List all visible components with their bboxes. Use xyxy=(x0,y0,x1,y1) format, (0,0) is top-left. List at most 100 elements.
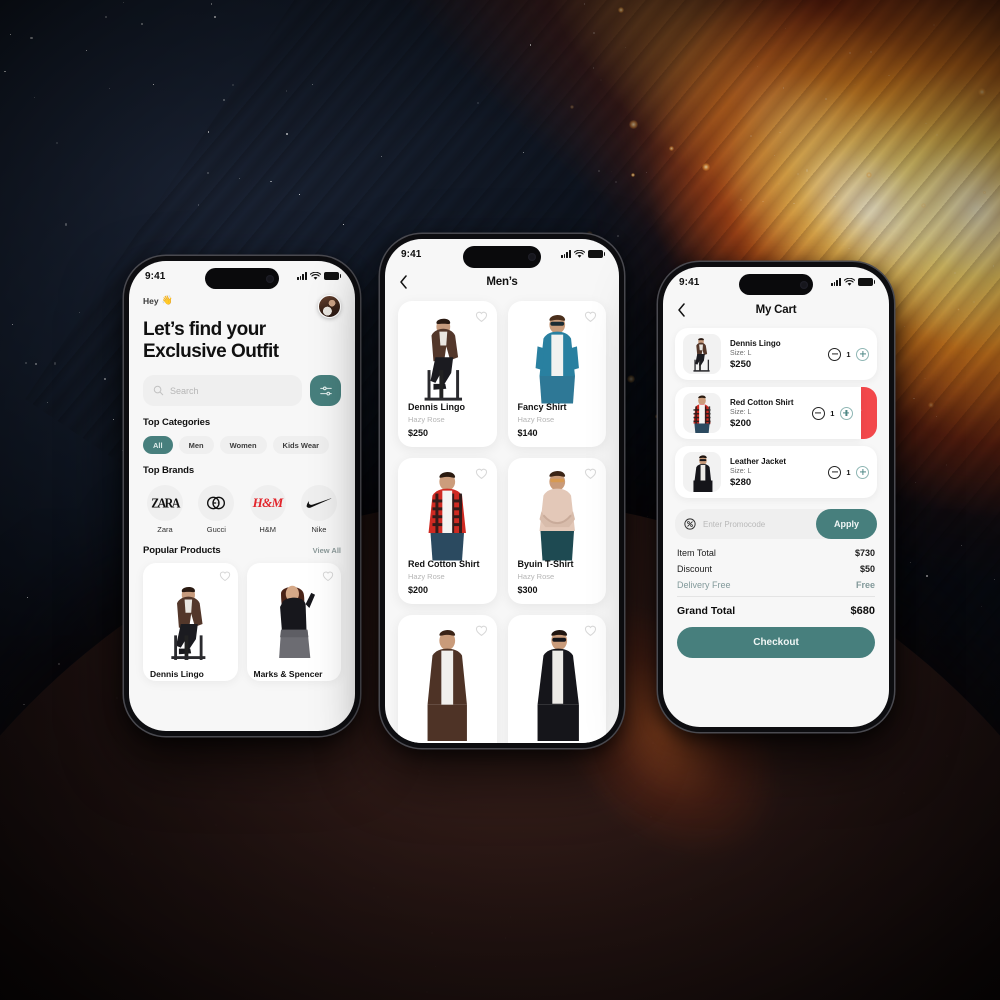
quantity-value: 1 xyxy=(846,467,851,477)
cart-item[interactable]: Leather Jacket Size: L $280 1 xyxy=(675,446,877,498)
checkout-button[interactable]: Checkout xyxy=(677,627,875,658)
product-brand: Hazy Rose xyxy=(408,415,445,424)
status-time: 9:41 xyxy=(679,276,700,288)
product-card[interactable] xyxy=(507,615,607,743)
decrease-quantity-button[interactable] xyxy=(811,406,825,420)
nike-swoosh-logo-icon xyxy=(306,498,332,508)
product-card[interactable]: Dennis Lingo Hazy Rose $250 xyxy=(398,301,497,447)
summary-value: $50 xyxy=(859,564,875,574)
category-chip-list: All Men Women Kids Wear xyxy=(143,436,341,455)
apply-promocode-button[interactable]: Apply xyxy=(815,509,877,539)
product-name: Dennis Lingo xyxy=(408,402,465,412)
battery-icon xyxy=(858,278,876,286)
product-name: Fancy Shirt xyxy=(517,402,567,412)
cart-item-size: Size: L xyxy=(730,467,752,475)
brand-item-gucci[interactable]: Gucci xyxy=(194,485,238,534)
cart-item-list: Dennis Lingo Size: L $250 1 Red Cotton S… xyxy=(663,323,889,498)
product-card[interactable]: Dennis Lingo xyxy=(143,563,238,682)
quantity-value: 1 xyxy=(846,349,851,359)
brand-list: ZARA Zara Gucci H&M H&M Nike xyxy=(143,485,341,534)
promocode-placeholder: Enter Promocode xyxy=(703,519,766,529)
quantity-stepper: 1 xyxy=(828,347,869,361)
cart-item-thumbnail xyxy=(683,334,721,374)
category-chip-women[interactable]: Women xyxy=(219,436,267,455)
cellular-signal-icon xyxy=(830,278,841,286)
top-categories-title: Top Categories xyxy=(143,417,211,429)
headline-line-1: Let’s find your xyxy=(143,319,266,340)
zara-logo-icon: ZARA xyxy=(151,494,180,511)
brand-label: H&M xyxy=(259,525,276,535)
summary-row-grand-total: Grand Total $680 xyxy=(677,605,875,617)
view-all-link[interactable]: View All xyxy=(313,546,341,555)
product-name: Dennis Lingo xyxy=(150,669,204,680)
brand-label: Gucci xyxy=(206,525,226,535)
grand-total-value: $680 xyxy=(850,605,875,617)
decrease-quantity-button[interactable] xyxy=(828,465,841,479)
cellular-signal-icon xyxy=(296,272,307,280)
home-screen: 9:41 Hey 👋 Let’s find your Exclusive Out… xyxy=(129,261,355,731)
greeting-text: Hey xyxy=(143,295,159,306)
wifi-icon xyxy=(310,271,321,280)
product-photo-woman-posing xyxy=(247,573,342,665)
brand-label: Zara xyxy=(157,525,173,535)
product-photo-denim-shirt-man xyxy=(508,309,607,404)
category-chip-kids-wear[interactable]: Kids Wear xyxy=(272,436,330,455)
cart-item[interactable]: Red Cotton Shirt Size: L $200 1 xyxy=(675,387,861,439)
increase-quantity-button[interactable] xyxy=(856,347,869,361)
popular-products-grid: Dennis Lingo Marks & Spencer xyxy=(143,563,342,682)
cart-item-thumbnail xyxy=(683,393,721,433)
cart-row: Leather Jacket Size: L $280 1 xyxy=(675,446,877,498)
brand-item-hm[interactable]: H&M H&M xyxy=(246,485,290,534)
product-photo-black-leather-jacket-man xyxy=(508,623,607,743)
page-title: Let’s find your Exclusive Outfit xyxy=(143,319,341,363)
brand-label: Nike xyxy=(311,525,327,535)
product-card[interactable]: Fancy Shirt Hazy Rose $140 xyxy=(507,301,607,447)
product-price: $250 xyxy=(408,428,429,438)
cart-item[interactable]: Dennis Lingo Size: L $250 1 xyxy=(675,328,877,380)
avatar[interactable] xyxy=(318,295,341,318)
page-title: Men’s xyxy=(486,276,518,288)
quantity-stepper: 1 xyxy=(828,465,869,479)
summary-row-delivery: Delivery Free Free xyxy=(677,580,875,590)
product-card[interactable]: Red Cotton Shirt Hazy Rose $200 xyxy=(398,458,497,604)
cart-item-size: Size: L xyxy=(730,408,752,416)
cart-row: Red Cotton Shirt Size: L $200 1 xyxy=(675,387,877,439)
cart-item-thumbnail xyxy=(683,452,721,492)
summary-label: Item Total xyxy=(677,548,716,558)
brand-item-zara[interactable]: ZARA Zara xyxy=(143,485,187,534)
phone-mens-listing: 9:41 Men’s Dennis Lingo Hazy Rose $250 F… xyxy=(380,234,624,748)
dynamic-island xyxy=(463,246,541,268)
increase-quantity-button[interactable] xyxy=(839,406,853,420)
promocode-input[interactable]: Enter Promocode Apply xyxy=(675,509,877,539)
cellular-signal-icon xyxy=(560,250,571,258)
popular-products-title: Popular Products xyxy=(143,545,221,557)
category-chip-men[interactable]: Men xyxy=(178,436,214,455)
quantity-value: 1 xyxy=(830,408,835,418)
product-photo-beige-tshirt-man xyxy=(508,466,607,561)
dynamic-island xyxy=(205,268,279,289)
phone-home-screen: 9:41 Hey 👋 Let’s find your Exclusive Out… xyxy=(124,256,360,736)
increase-quantity-button[interactable] xyxy=(856,465,869,479)
hm-logo-icon: H&M xyxy=(252,495,284,511)
cart-navbar: My Cart xyxy=(663,297,889,323)
cart-item-name: Red Cotton Shirt xyxy=(730,397,794,407)
product-card[interactable]: Marks & Spencer xyxy=(246,563,342,682)
brand-item-nike[interactable]: Nike xyxy=(297,485,341,534)
product-price: $140 xyxy=(517,428,538,438)
product-card[interactable] xyxy=(398,615,497,743)
summary-value: Free xyxy=(855,580,875,590)
filter-button[interactable] xyxy=(310,375,341,407)
promo-tag-icon xyxy=(684,518,696,530)
product-name: Marks & Spencer xyxy=(253,669,323,680)
status-time: 9:41 xyxy=(401,248,422,260)
product-name: Red Cotton Shirt xyxy=(408,559,480,569)
phone-cart-screen: 9:41 My Cart Dennis Lingo Size: L $250 1… xyxy=(658,262,894,732)
search-input[interactable]: Search xyxy=(143,375,302,407)
cart-item-price: $250 xyxy=(730,358,752,370)
product-photo-man-on-stool xyxy=(398,309,497,401)
decrease-quantity-button[interactable] xyxy=(828,347,841,361)
product-brand: Hazy Rose xyxy=(408,572,445,581)
product-name: Byuin T-Shirt xyxy=(517,559,574,569)
product-card[interactable]: Byuin T-Shirt Hazy Rose $300 xyxy=(507,458,607,604)
category-chip-all[interactable]: All xyxy=(143,436,173,455)
